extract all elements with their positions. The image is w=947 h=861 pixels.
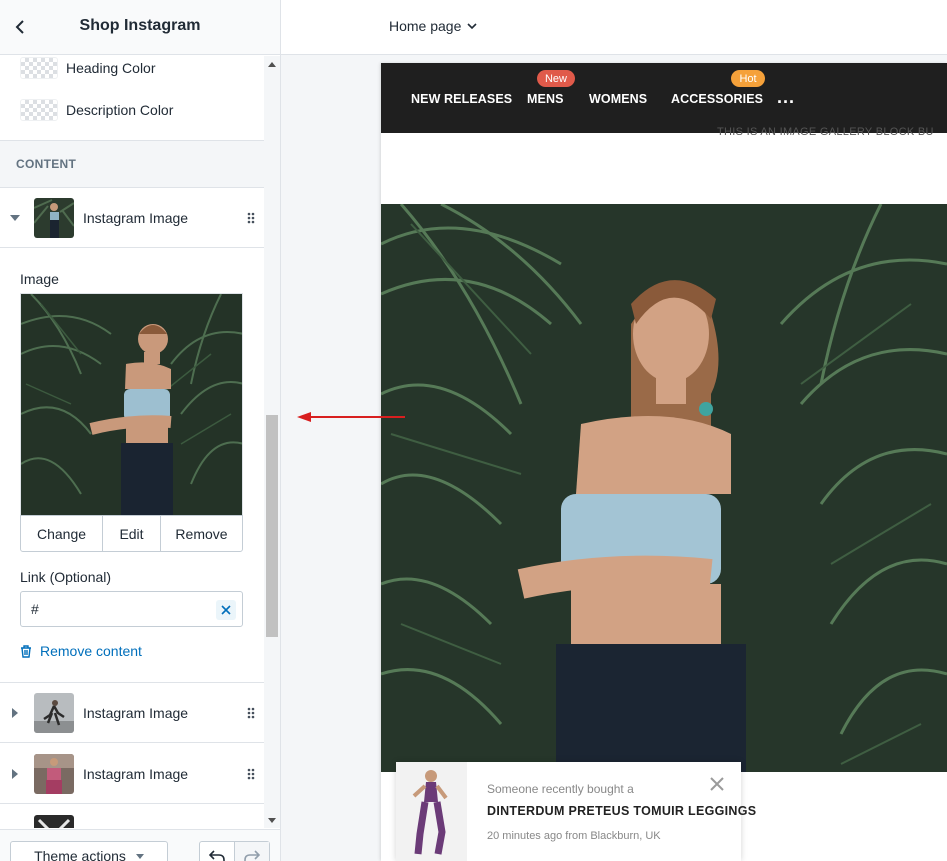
- section-title: Shop Instagram: [79, 17, 201, 34]
- nav-mens[interactable]: MENS: [527, 92, 564, 106]
- theme-editor-sidebar: Shop Instagram Heading Color Description…: [0, 0, 281, 861]
- caret-right-icon[interactable]: [0, 707, 30, 718]
- undo-redo-group: [199, 841, 270, 861]
- block-instagram-image[interactable]: Instagram Image: [0, 744, 264, 804]
- heading-color-swatch[interactable]: [20, 57, 58, 79]
- change-image-button[interactable]: Change: [21, 516, 103, 551]
- gallery-description-text: THIS IS AN IMAGE GALLERY BLOCK BU: [717, 126, 934, 138]
- theme-actions-label: Theme actions: [34, 848, 126, 861]
- scroll-down-arrow-icon[interactable]: [264, 812, 280, 828]
- edit-image-button[interactable]: Edit: [103, 516, 161, 551]
- remove-content-link[interactable]: Remove content: [20, 643, 142, 659]
- nav-more-icon[interactable]: ...: [777, 87, 795, 108]
- hot-badge: Hot: [731, 70, 765, 87]
- undo-icon: [209, 850, 225, 861]
- trash-icon: [20, 644, 32, 658]
- content-section-heading: CONTENT: [0, 140, 264, 188]
- redo-icon: [244, 850, 260, 861]
- instagram-hero-image[interactable]: [381, 204, 947, 772]
- chevron-down-icon: [467, 22, 477, 29]
- link-input-value: #: [31, 601, 39, 617]
- popup-time-location: 20 minutes ago from Blackburn, UK: [487, 830, 661, 842]
- store-navigation: NEW RELEASES MENS New WOMENS ACCESSORIES…: [381, 63, 947, 133]
- recent-purchase-popup[interactable]: Someone recently bought a DINTERDUM PRET…: [396, 762, 756, 861]
- block-label: Instagram Image: [83, 704, 189, 721]
- popup-product-name[interactable]: DINTERDUM PRETEUS TOMUIR LEGGINGS: [487, 804, 756, 818]
- sidebar-footer: Theme actions: [0, 829, 280, 861]
- close-icon[interactable]: [708, 775, 726, 793]
- block-thumbnail: [34, 814, 74, 828]
- remove-content-label: Remove content: [40, 643, 142, 659]
- theme-actions-button[interactable]: Theme actions: [10, 841, 168, 861]
- clear-link-icon[interactable]: [216, 600, 236, 620]
- description-color-swatch[interactable]: [20, 99, 58, 121]
- image-field-label: Image: [20, 271, 59, 287]
- popup-intro-text: Someone recently bought a: [487, 782, 634, 796]
- nav-womens[interactable]: WOMENS: [589, 92, 647, 106]
- scrollbar-thumb[interactable]: [266, 415, 278, 637]
- caret-down-icon: [135, 853, 144, 859]
- link-field-label: Link (Optional): [20, 569, 112, 585]
- link-input[interactable]: #: [20, 591, 243, 627]
- sidebar-scroll-area: Heading Color Description Color CONTENT …: [0, 56, 264, 828]
- image-preview: [20, 293, 243, 515]
- description-color-label: Description Color: [66, 102, 174, 118]
- editor-topbar: Home page: [281, 0, 947, 55]
- sidebar-header: Shop Instagram: [0, 0, 280, 55]
- block-label: Instagram Image: [83, 209, 189, 226]
- nav-accessories[interactable]: ACCESSORIES: [671, 92, 763, 106]
- caret-right-icon[interactable]: [0, 768, 30, 779]
- block-thumbnail: [34, 197, 74, 238]
- drag-handle-icon[interactable]: [238, 212, 264, 224]
- new-badge: New: [537, 70, 575, 87]
- nav-new-releases[interactable]: NEW RELEASES: [411, 92, 512, 106]
- block-label: Instagram Image: [83, 765, 189, 782]
- page-selector-label: Home page: [389, 18, 462, 34]
- redo-button[interactable]: [235, 842, 269, 861]
- undo-button[interactable]: [200, 842, 235, 861]
- block-thumbnail: [34, 692, 74, 733]
- sidebar-scrollbar[interactable]: [264, 56, 280, 828]
- block-instagram-image-expanded[interactable]: Instagram Image: [0, 188, 264, 248]
- block-instagram-image[interactable]: Instagram Image: [0, 683, 264, 743]
- store-preview: NEW RELEASES MENS New WOMENS ACCESSORIES…: [381, 63, 947, 861]
- block-instagram-image-partial[interactable]: [0, 805, 264, 828]
- drag-handle-icon[interactable]: [238, 707, 264, 719]
- product-thumbnail: [396, 762, 467, 861]
- remove-image-button[interactable]: Remove: [161, 516, 242, 551]
- block-thumbnail: [34, 753, 74, 794]
- image-actions: Change Edit Remove: [20, 515, 243, 552]
- caret-down-icon[interactable]: [0, 214, 30, 221]
- page-selector[interactable]: Home page: [389, 18, 477, 34]
- heading-color-setting[interactable]: Heading Color: [0, 56, 264, 88]
- drag-handle-icon[interactable]: [238, 768, 264, 780]
- scroll-up-arrow-icon[interactable]: [264, 56, 280, 72]
- annotation-arrow-icon: [297, 412, 405, 422]
- heading-color-label: Heading Color: [66, 60, 156, 76]
- description-color-setting[interactable]: Description Color: [0, 90, 264, 130]
